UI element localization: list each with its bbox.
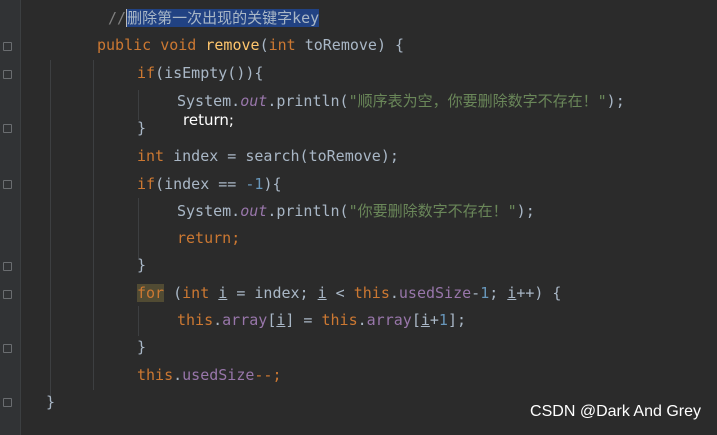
keyword-return: return	[177, 229, 232, 247]
number-literal: 1	[438, 311, 448, 329]
field-array: array	[366, 311, 412, 329]
return-statement: return;	[183, 111, 234, 129]
keyword-if: if	[137, 175, 156, 193]
keyword-int: int	[268, 36, 296, 54]
brace: }	[137, 256, 147, 274]
code-token: (	[164, 284, 183, 302]
selected-comment-text[interactable]: 删除第一次出现的关键字key	[127, 9, 320, 27]
code-token: +	[429, 311, 439, 329]
code-token: toRemove) {	[295, 36, 405, 54]
code-line-array-shift[interactable]: this.array[i] = this.array[i+1];	[177, 307, 466, 333]
editor-gutter	[0, 0, 21, 435]
keyword-this: this	[321, 311, 358, 329]
field-usedSize: usedSize	[182, 366, 255, 384]
code-line-decrement-size[interactable]: this.usedSize--;	[137, 362, 282, 388]
code-token: index = search(toRemove);	[164, 147, 399, 165]
code-line-method-close[interactable]: }	[46, 389, 55, 415]
field-array: array	[222, 311, 268, 329]
code-line-method-signature[interactable]: public void remove(int toRemove) {	[97, 32, 404, 58]
code-token: );	[516, 202, 535, 220]
code-token: ;	[489, 284, 508, 302]
code-line-println-empty[interactable]: System.out.println("顺序表为空，你要删除数字不存在！");	[177, 88, 625, 114]
string-literal: "顺序表为空，你要删除数字不存在！"	[348, 92, 607, 110]
fold-marker-icon[interactable]	[3, 398, 12, 407]
keyword-int: int	[137, 147, 165, 165]
keyword-int: int	[182, 284, 210, 302]
code-token: [	[267, 311, 277, 329]
code-token: .println(	[267, 92, 349, 110]
code-token: ];	[447, 311, 466, 329]
fold-marker-icon[interactable]	[3, 180, 12, 189]
variable-i: i	[420, 311, 430, 329]
keyword-this: this	[177, 311, 214, 329]
method-name: remove	[205, 36, 260, 54]
fold-marker-icon[interactable]	[3, 42, 12, 51]
brace: }	[137, 119, 147, 137]
code-token: (index ==	[155, 175, 246, 193]
code-token: (isEmpty()){	[155, 64, 264, 82]
code-token: .	[173, 366, 183, 384]
fold-marker-icon[interactable]	[3, 262, 12, 271]
keyword-void: void	[160, 36, 197, 54]
code-token: -	[471, 284, 481, 302]
number-literal: -1	[245, 175, 264, 193]
variable-i: i	[218, 284, 228, 302]
variable-i: i	[317, 284, 327, 302]
number-literal: 1	[480, 284, 490, 302]
keyword-this: this	[353, 284, 390, 302]
indent-guide	[93, 60, 94, 390]
code-token: <	[326, 284, 354, 302]
code-token: ++) {	[516, 284, 562, 302]
code-line-return[interactable]: return;	[177, 225, 240, 251]
code-token: ;	[231, 229, 241, 247]
code-token: .	[389, 284, 399, 302]
brace: }	[137, 338, 147, 356]
indent-guide	[138, 306, 139, 336]
code-token: .	[213, 311, 223, 329]
code-line-close-brace[interactable]: }	[137, 334, 146, 360]
code-token: System.	[177, 202, 241, 220]
keyword-for: for	[137, 284, 165, 302]
code-token: --;	[254, 366, 282, 384]
field-usedSize: usedSize	[398, 284, 472, 302]
code-token: .println(	[267, 202, 349, 220]
variable-i: i	[507, 284, 517, 302]
code-line-close-brace[interactable]: }	[137, 252, 146, 278]
code-line-if-index[interactable]: if(index == -1){	[137, 171, 282, 197]
code-line-index-declaration[interactable]: int index = search(toRemove);	[137, 143, 399, 169]
code-token: = index;	[227, 284, 318, 302]
static-field-out: out	[240, 92, 268, 110]
code-token: [	[411, 311, 421, 329]
fold-marker-icon[interactable]	[3, 124, 12, 133]
fold-marker-icon[interactable]	[3, 344, 12, 353]
code-line-close-brace[interactable]: }	[137, 115, 146, 141]
code-token: .	[357, 311, 367, 329]
fold-marker-icon[interactable]	[3, 290, 12, 299]
code-line-comment[interactable]: //删除第一次出现的关键字key	[108, 5, 320, 31]
code-line-for-loop[interactable]: for (int i = index; i < this.usedSize-1;…	[137, 280, 561, 306]
static-field-out: out	[240, 202, 268, 220]
csdn-watermark: CSDN @Dark And Grey	[530, 403, 701, 420]
comment-prefix: //	[108, 9, 127, 27]
indent-guide	[50, 60, 51, 400]
code-line-println-notfound[interactable]: System.out.println("你要删除数字不存在！");	[177, 198, 535, 224]
indent-guide	[138, 198, 139, 258]
brace: }	[46, 393, 56, 411]
keyword-public: public	[97, 36, 152, 54]
string-literal: "你要删除数字不存在！"	[348, 202, 517, 220]
fold-marker-icon[interactable]	[3, 70, 12, 79]
keyword-this: this	[137, 366, 174, 384]
code-token: );	[606, 92, 625, 110]
code-token: ){	[263, 175, 282, 193]
code-line-return-plain[interactable]: return;	[183, 107, 234, 133]
keyword-if: if	[137, 64, 156, 82]
code-line-if-empty[interactable]: if(isEmpty()){	[137, 60, 263, 86]
code-token: (	[259, 36, 269, 54]
code-token: ] =	[285, 311, 322, 329]
